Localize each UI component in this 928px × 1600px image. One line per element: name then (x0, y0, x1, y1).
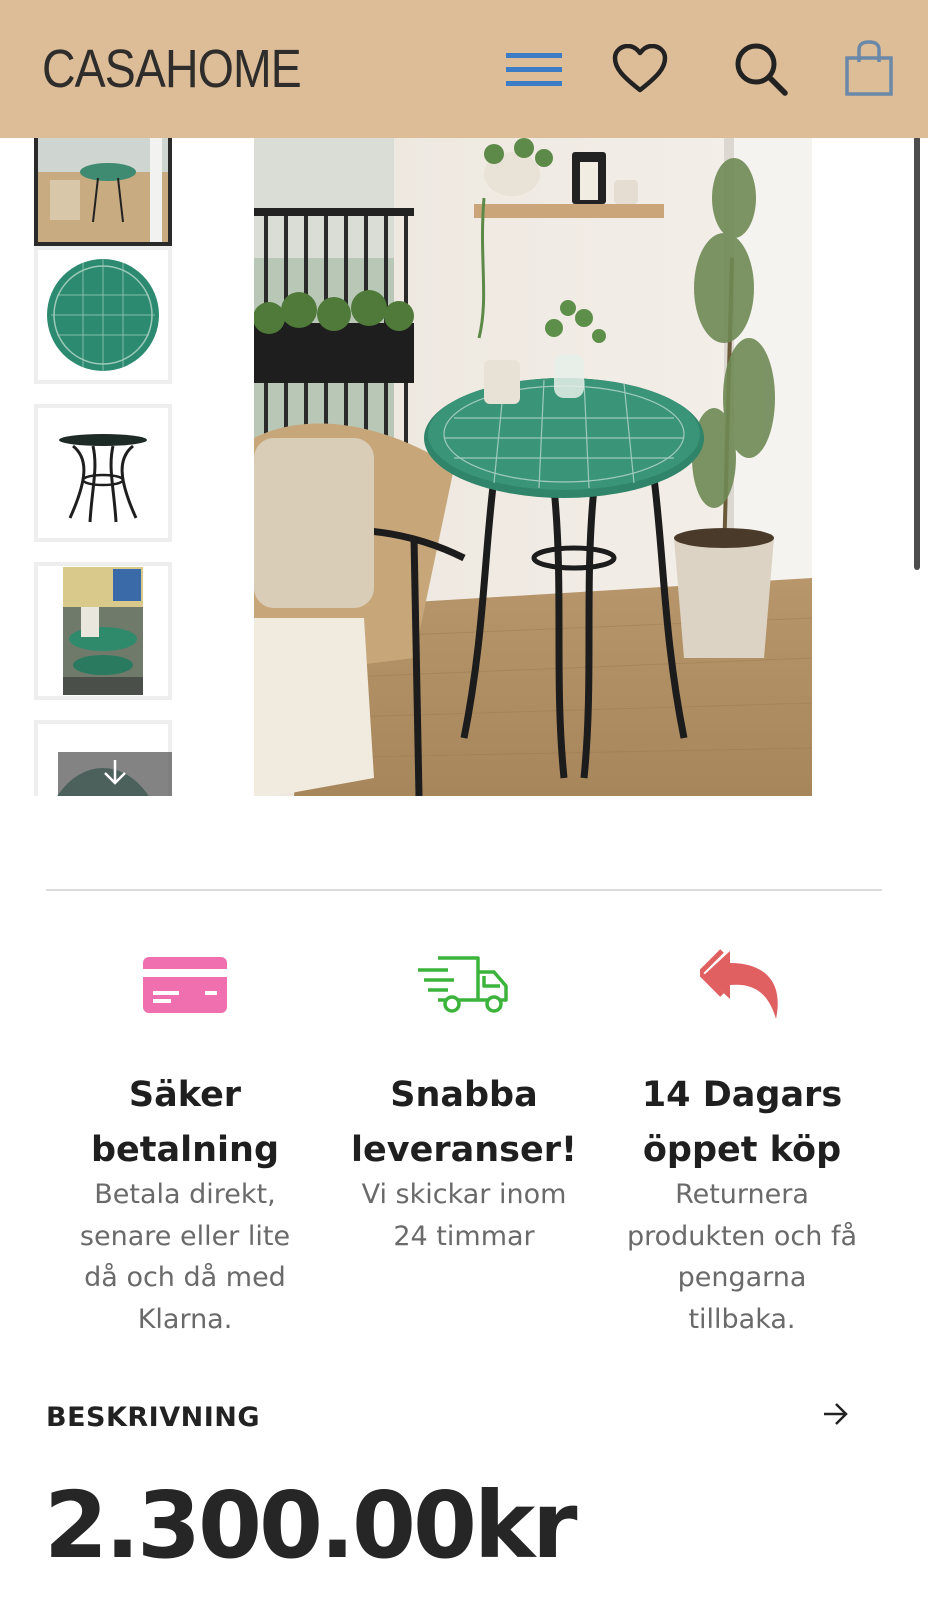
feature-desc-line: Returnera (675, 1179, 809, 1210)
main-product-image[interactable] (254, 138, 812, 796)
heart-icon[interactable] (609, 38, 671, 100)
feature-desc-line: Klarna. (137, 1303, 233, 1335)
credit-card-icon (45, 945, 325, 1025)
menu-icon[interactable] (503, 38, 565, 100)
brand-logo[interactable]: CASAHOME (42, 38, 302, 100)
page-scrollbar[interactable] (914, 136, 920, 570)
description-toggle[interactable]: BESKRIVNING (46, 1398, 850, 1438)
feature-desc-line: 24 timmar (393, 1220, 535, 1252)
feature-title-line2: betalning (90, 1130, 280, 1170)
thumbnail-1[interactable] (34, 138, 172, 246)
feature-fast-delivery: Snabba leveranser! Vi skickar inom 24 tim… (324, 945, 604, 1252)
feature-title-line2: leveranser! (351, 1130, 577, 1170)
feature-title-line2: öppet köp (642, 1130, 842, 1170)
delivery-truck-icon (324, 945, 604, 1025)
feature-desc-line: då och då med (84, 1262, 286, 1293)
product-price: 2.300.00kr (44, 1472, 578, 1579)
feature-desc-line: tillbaka. (688, 1303, 796, 1335)
search-icon[interactable] (730, 38, 792, 100)
arrow-right-icon[interactable] (822, 1400, 850, 1432)
feature-secure-payment: Säker betalning Betala direkt, senare ell… (45, 945, 325, 1335)
thumbnail-2[interactable] (34, 246, 172, 384)
feature-desc-line: produkten och få (626, 1220, 858, 1252)
feature-title-line1: 14 Dagars (641, 1075, 843, 1115)
bag-icon[interactable] (838, 38, 900, 100)
section-divider (46, 889, 882, 891)
feature-title-line1: Säker (128, 1075, 242, 1115)
feature-desc-line: senare eller lite (79, 1220, 291, 1252)
return-arrow-icon (602, 945, 882, 1025)
thumbnail-scroll-down-button[interactable] (58, 752, 172, 796)
feature-desc-line: Vi skickar inom (361, 1179, 567, 1210)
feature-title-line1: Snabba (390, 1075, 538, 1115)
thumbnail-3[interactable] (34, 404, 172, 542)
arrow-down-icon (100, 757, 130, 791)
feature-desc-line: pengarna (677, 1262, 807, 1293)
thumbnail-4[interactable] (34, 562, 172, 700)
description-label: BESKRIVNING (46, 1402, 261, 1433)
thumbnail-strip (34, 138, 174, 796)
feature-open-purchase: 14 Dagars öppet köp Returnera produkten o… (602, 945, 882, 1335)
site-header: CASAHOME (0, 0, 928, 138)
feature-desc-line: Betala direkt, (94, 1179, 276, 1210)
